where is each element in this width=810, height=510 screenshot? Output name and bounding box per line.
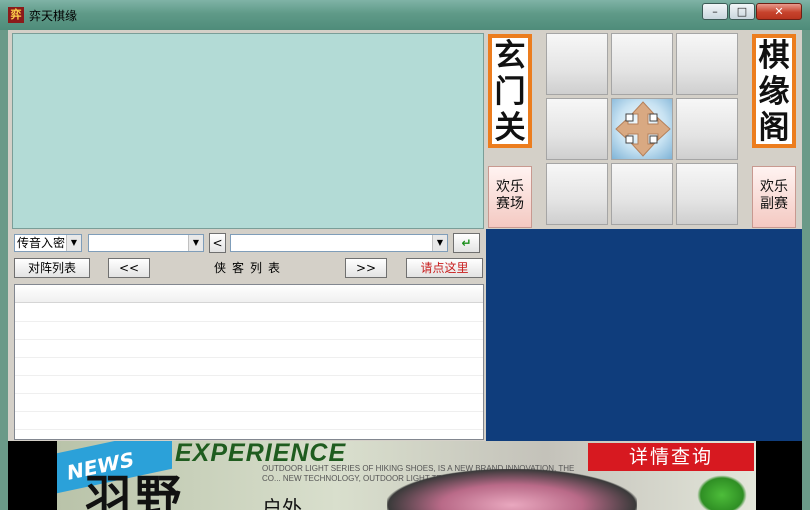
app-logo-icon: 弈: [8, 7, 24, 23]
chat-display-panel[interactable]: [12, 33, 484, 229]
ad-brush-text: 羽野: [85, 470, 185, 510]
leaf-image: [697, 475, 747, 510]
info-panel: [486, 229, 802, 441]
room-cell-w[interactable]: [546, 98, 608, 160]
chevron-down-icon[interactable]: ▼: [432, 235, 447, 251]
close-button[interactable]: ✕: [756, 3, 802, 20]
xuanmen-gate-sign[interactable]: 玄 门 关: [488, 34, 532, 148]
list-row-divider: [15, 429, 483, 430]
list-row-divider: [15, 321, 483, 322]
move-arrows-icon[interactable]: [612, 98, 674, 160]
maximize-button[interactable]: □: [729, 3, 755, 20]
button-line: 副赛: [760, 196, 788, 212]
whisper-mode-select[interactable]: 传音入密 ▼: [14, 234, 82, 252]
fun-side-event-button[interactable]: 欢乐 副赛: [752, 166, 796, 228]
send-button[interactable]: ↵: [453, 233, 480, 253]
minimize-button[interactable]: –: [702, 3, 728, 20]
button-line: 欢乐: [760, 179, 788, 195]
list-row-divider: [15, 393, 483, 394]
room-cell-sw[interactable]: [546, 163, 608, 225]
button-line: 欢乐: [496, 179, 524, 195]
ad-small-text: 户外: [262, 496, 302, 510]
whisper-mode-value: 传音入密: [17, 236, 66, 250]
ad-details-button[interactable]: 详情查询: [588, 443, 754, 471]
room-cell-nw[interactable]: [546, 33, 608, 95]
room-cell-ne[interactable]: [676, 33, 738, 95]
title-bar: 弈 弈天棋缘 – □ ✕: [0, 0, 810, 30]
prev-page-button[interactable]: <<: [108, 258, 150, 278]
sign-char: 玄: [494, 38, 526, 74]
list-row-divider: [15, 411, 483, 412]
click-here-button[interactable]: 请点这里: [406, 258, 483, 278]
sign-char: 缘: [758, 74, 790, 110]
list-row-divider: [15, 357, 483, 358]
list-header[interactable]: [15, 285, 483, 303]
window-title: 弈天棋缘: [29, 9, 78, 23]
room-cell-n[interactable]: [611, 33, 673, 95]
enter-icon: ↵: [461, 236, 472, 250]
next-page-button[interactable]: >>: [345, 258, 387, 278]
room-cell-e[interactable]: [676, 98, 738, 160]
chevron-down-icon[interactable]: ▼: [188, 235, 203, 251]
fun-arena-button[interactable]: 欢乐 赛场: [488, 166, 532, 228]
ad-banner[interactable]: NEWS EXPERIENCE OUTDOOR LIGHT SERIES OF …: [57, 441, 756, 510]
sign-char: 棋: [758, 38, 790, 74]
sign-char: 门: [494, 74, 526, 110]
list-row-divider: [15, 375, 483, 376]
room-cell-s[interactable]: [611, 163, 673, 225]
target-select[interactable]: ▼: [88, 234, 204, 252]
player-list-caption: 侠客列表: [213, 261, 286, 275]
pairs-list-button[interactable]: 对阵列表: [14, 258, 90, 278]
shoe-image: [387, 469, 637, 510]
list-row-divider: [15, 339, 483, 340]
player-list[interactable]: [14, 284, 484, 440]
chevron-down-icon[interactable]: ▼: [66, 235, 81, 251]
sign-char: 关: [494, 110, 526, 146]
qiyuan-pavilion-sign[interactable]: 棋 缘 阁: [752, 34, 796, 148]
room-cell-se[interactable]: [676, 163, 738, 225]
back-button[interactable]: <: [209, 233, 226, 253]
button-line: 赛场: [496, 196, 524, 212]
message-input[interactable]: ▼: [230, 234, 448, 252]
sign-char: 阁: [758, 110, 790, 146]
